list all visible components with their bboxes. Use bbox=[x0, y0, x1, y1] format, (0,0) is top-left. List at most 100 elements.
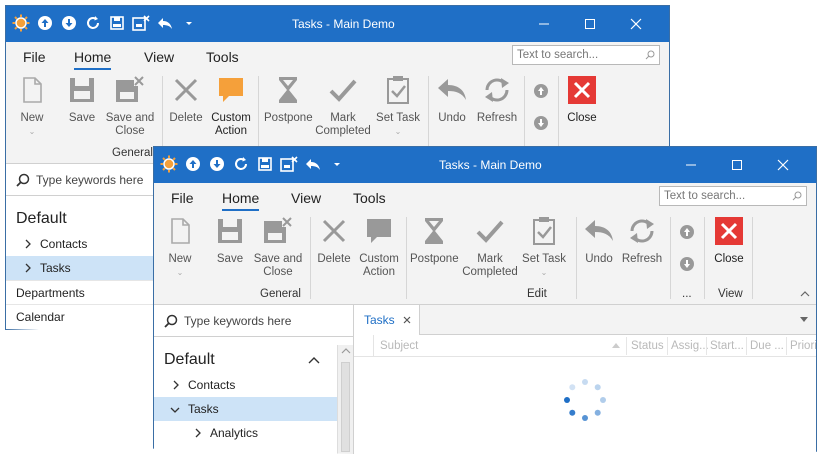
tab-home[interactable]: Home bbox=[74, 49, 112, 70]
save-icon[interactable] bbox=[108, 14, 126, 32]
undo-icon bbox=[438, 79, 466, 100]
refresh-icon[interactable] bbox=[232, 155, 250, 173]
undo-button[interactable]: Undo bbox=[581, 215, 617, 266]
save-label: Save bbox=[68, 112, 96, 124]
save-button[interactable]: Save bbox=[64, 74, 100, 125]
move-down-icon[interactable] bbox=[534, 116, 548, 133]
nav-item-label: Contacts bbox=[188, 378, 236, 392]
column-status[interactable]: Status bbox=[631, 340, 664, 352]
delete-button[interactable]: Delete bbox=[316, 215, 352, 266]
scroll-up-icon[interactable] bbox=[338, 345, 354, 357]
nav-item-analytics[interactable]: Analytics bbox=[154, 421, 337, 445]
new-button[interactable]: New ⌄ bbox=[162, 215, 198, 279]
postpone-button[interactable]: Postpone bbox=[410, 215, 459, 266]
save-and-close-button[interactable]: Save and Close bbox=[252, 215, 304, 279]
app-icon[interactable] bbox=[12, 14, 30, 32]
custom-action-label: Custom Action bbox=[359, 253, 399, 278]
save-close-icon[interactable] bbox=[132, 14, 150, 32]
move-up-icon[interactable] bbox=[534, 84, 548, 101]
delete-button[interactable]: Delete bbox=[168, 74, 204, 125]
nav-group-header[interactable]: Default bbox=[16, 210, 67, 228]
close-tab-icon[interactable] bbox=[403, 316, 411, 324]
maximize-button[interactable] bbox=[567, 6, 613, 42]
nav-scrollbar[interactable] bbox=[337, 345, 354, 455]
save-close-icon bbox=[264, 217, 292, 243]
new-button[interactable]: New ⌄ bbox=[14, 74, 50, 138]
save-button[interactable]: Save bbox=[212, 215, 248, 266]
save-close-icon[interactable] bbox=[280, 155, 298, 173]
save-and-close-button[interactable]: Save and Close bbox=[104, 74, 156, 138]
search-box[interactable]: Text to search... bbox=[512, 45, 660, 65]
customize-dropdown-icon[interactable] bbox=[328, 155, 346, 173]
maximize-button[interactable] bbox=[714, 147, 760, 183]
nav-item-contacts[interactable]: Contacts bbox=[154, 373, 337, 397]
undo-button[interactable]: Undo bbox=[434, 74, 470, 125]
save-icon[interactable] bbox=[256, 155, 274, 173]
refresh-button[interactable]: Refresh bbox=[621, 215, 663, 266]
mark-completed-button[interactable]: Mark Completed bbox=[315, 74, 371, 138]
move-up-icon[interactable] bbox=[680, 225, 694, 242]
close-window-button[interactable] bbox=[613, 6, 659, 42]
doc-tab-tasks[interactable]: Tasks bbox=[354, 305, 420, 335]
upload-icon[interactable] bbox=[184, 155, 202, 173]
nav-item-label: Calendar bbox=[16, 310, 65, 324]
app-icon[interactable] bbox=[160, 155, 178, 173]
scroll-thumb[interactable] bbox=[341, 362, 350, 452]
tab-home[interactable]: Home bbox=[222, 190, 260, 211]
minimize-button[interactable] bbox=[521, 6, 567, 42]
refresh-button[interactable]: Refresh bbox=[476, 74, 518, 125]
refresh-icon[interactable] bbox=[84, 14, 102, 32]
minimize-button[interactable] bbox=[668, 147, 714, 183]
title-bar: Tasks - Main Demo bbox=[154, 147, 816, 183]
chevron-right-icon bbox=[195, 428, 201, 438]
postpone-button[interactable]: Postpone bbox=[264, 74, 313, 125]
tab-tools[interactable]: Tools bbox=[206, 49, 239, 65]
close-button[interactable]: Close bbox=[711, 215, 747, 266]
set-task-button[interactable]: Set Task ⌄ bbox=[520, 215, 568, 279]
tab-file[interactable]: File bbox=[171, 190, 194, 206]
doc-tab-label: Tasks bbox=[364, 313, 395, 327]
search-box[interactable]: Text to search... bbox=[659, 186, 807, 206]
custom-action-button[interactable]: Custom Action bbox=[358, 215, 400, 279]
close-button[interactable]: Close bbox=[564, 74, 600, 125]
set-task-button[interactable]: Set Task ⌄ bbox=[374, 74, 422, 138]
tab-file[interactable]: File bbox=[23, 49, 46, 65]
tab-tools[interactable]: Tools bbox=[353, 190, 386, 206]
upload-icon[interactable] bbox=[36, 14, 54, 32]
column-start[interactable]: Start... bbox=[710, 340, 744, 352]
save-close-icon bbox=[116, 76, 144, 102]
column-subject[interactable]: Subject bbox=[380, 340, 418, 352]
undo-icon[interactable] bbox=[156, 14, 174, 32]
column-assigned[interactable]: Assig... bbox=[671, 340, 709, 352]
close-window-button[interactable] bbox=[760, 147, 806, 183]
tab-list-dropdown-icon[interactable] bbox=[800, 317, 808, 323]
download-icon[interactable] bbox=[60, 14, 78, 32]
move-down-icon[interactable] bbox=[680, 257, 694, 274]
column-priority[interactable]: Priority bbox=[790, 340, 816, 352]
nav-group-header[interactable]: Default bbox=[164, 351, 215, 369]
customize-dropdown-icon[interactable] bbox=[180, 14, 198, 32]
postpone-label: Postpone bbox=[410, 253, 459, 265]
nav-search[interactable]: Type keywords here bbox=[154, 305, 353, 337]
ribbon-separator bbox=[670, 217, 671, 299]
custom-action-button[interactable]: Custom Action bbox=[210, 74, 252, 138]
download-icon[interactable] bbox=[208, 155, 226, 173]
loading-spinner-icon bbox=[564, 379, 606, 421]
undo-icon[interactable] bbox=[304, 155, 322, 173]
delete-icon bbox=[322, 219, 346, 243]
chevron-up-icon[interactable] bbox=[308, 353, 320, 367]
column-due[interactable]: Due ... bbox=[750, 340, 784, 352]
ribbon-separator bbox=[558, 76, 559, 158]
nav-item-tasks[interactable]: Tasks bbox=[154, 397, 337, 421]
tab-view[interactable]: View bbox=[144, 49, 174, 65]
checkmark-icon bbox=[329, 79, 357, 102]
mark-completed-button[interactable]: Mark Completed bbox=[462, 215, 518, 279]
nav-item-label: Tasks bbox=[40, 261, 71, 275]
ribbon-separator bbox=[704, 217, 705, 299]
collapse-ribbon-icon[interactable] bbox=[800, 287, 810, 301]
window-controls bbox=[668, 147, 806, 183]
new-document-icon bbox=[171, 218, 190, 244]
ribbon-separator bbox=[576, 217, 577, 299]
tab-view[interactable]: View bbox=[291, 190, 321, 206]
ribbon-separator bbox=[162, 76, 163, 158]
